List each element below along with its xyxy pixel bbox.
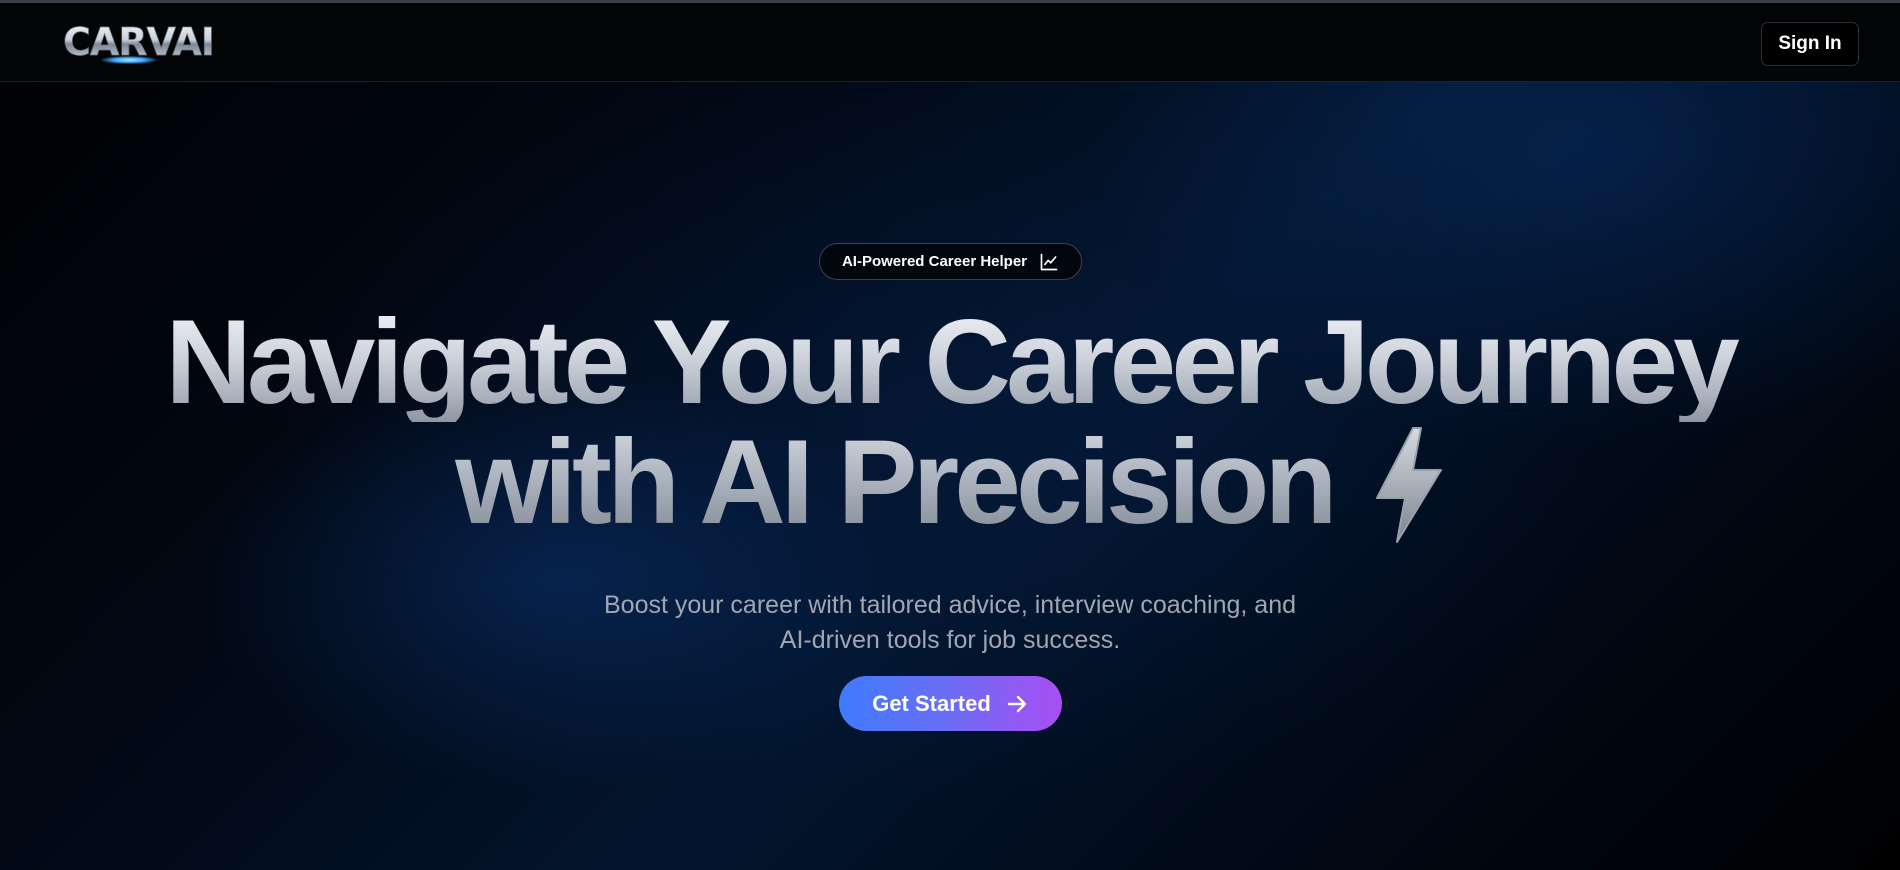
carvai-logo[interactable]: CARVAI	[63, 16, 216, 68]
hero-subtitle: Boost your career with tailored advice, …	[550, 588, 1350, 658]
headline-line-2-row: with AI Precision	[0, 422, 1900, 550]
badge-label: AI-Powered Career Helper	[841, 253, 1028, 270]
line-chart-icon	[1040, 253, 1058, 270]
site-header: CARVAI Sign In	[0, 3, 1900, 82]
arrow-right-icon	[1007, 695, 1026, 712]
landing-page: CARVAI Sign In AI-Powered Career Helper …	[0, 0, 1900, 870]
get-started-label: Get Started	[872, 690, 991, 716]
get-started-button[interactable]: Get Started	[839, 676, 1062, 731]
ai-career-helper-badge: AI-Powered Career Helper	[819, 243, 1082, 280]
logo-glow	[101, 56, 157, 64]
lightning-bolt-icon	[1375, 427, 1442, 544]
sign-in-button[interactable]: Sign In	[1761, 22, 1859, 66]
hero-headline: Navigate Your Career Journey with AI Pre…	[0, 302, 1900, 550]
subtitle-line-1: Boost your career with tailored advice, …	[603, 591, 1297, 619]
subtitle-line-2: AI-driven tools for job success.	[779, 626, 1121, 654]
headline-line-2: with AI Precision	[455, 415, 1337, 549]
headline-line-1: Navigate Your Career Journey	[0, 302, 1900, 422]
